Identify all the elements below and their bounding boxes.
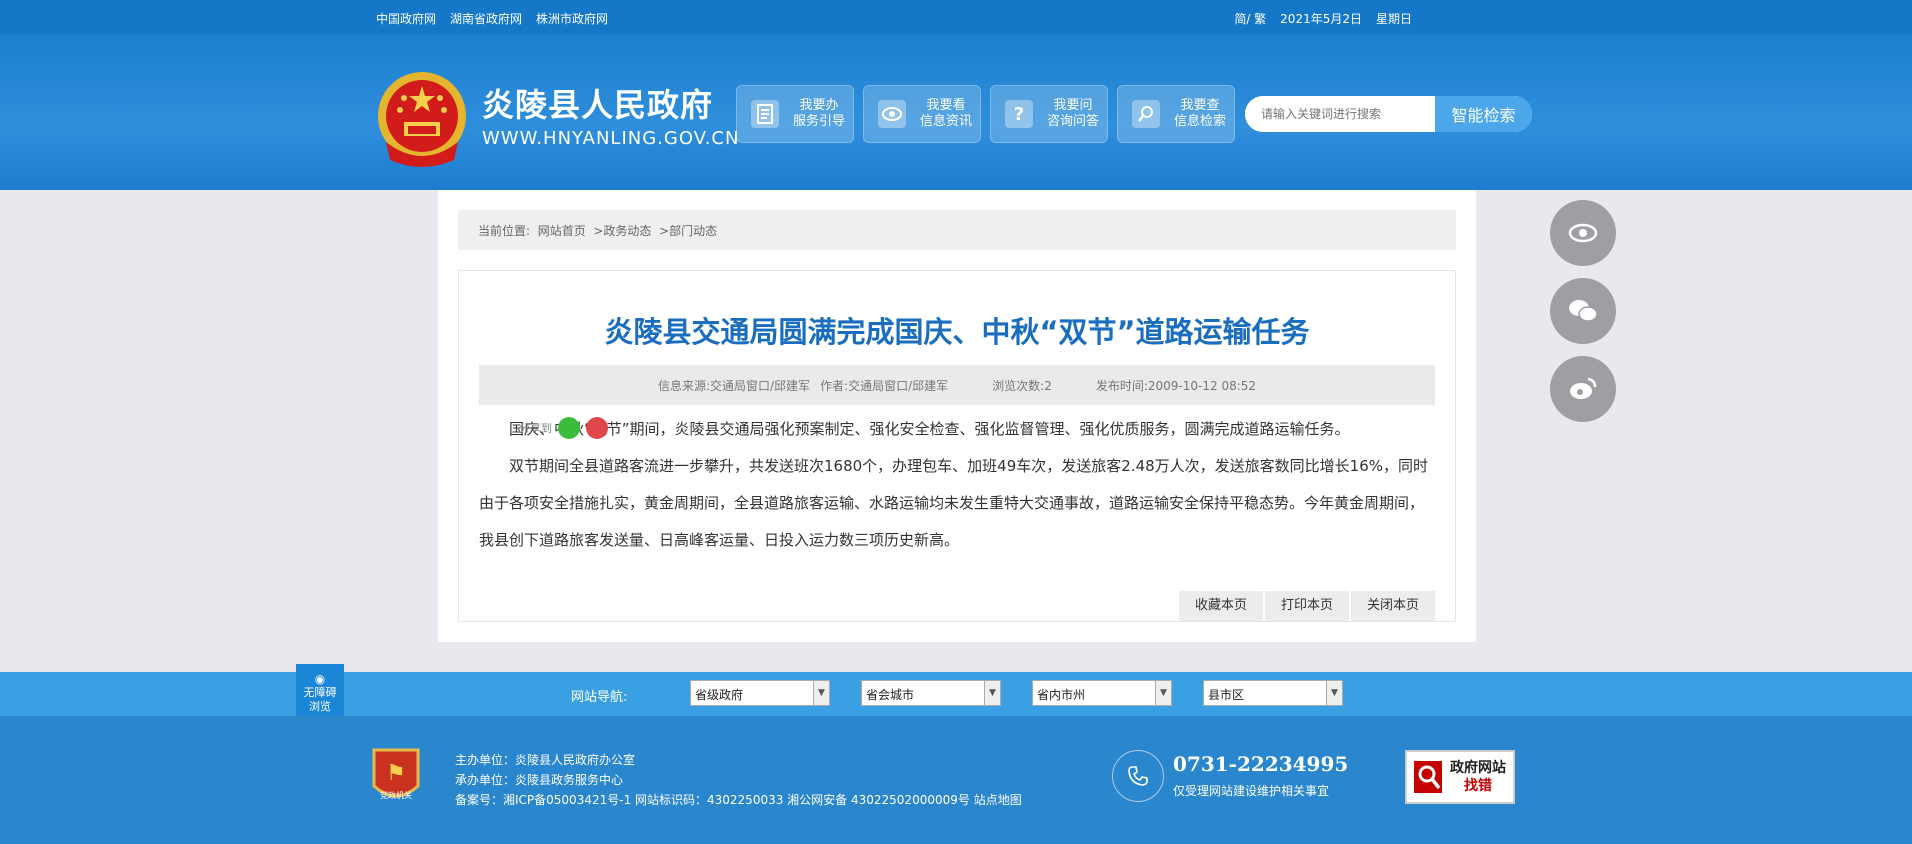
breadcrumb-prefix: 当前位置: bbox=[478, 224, 531, 238]
footer-info: 主办单位：炎陵县人民政府办公室 承办单位：炎陵县政务服务中心 备案号：湘ICP备… bbox=[455, 750, 1022, 810]
footer-organizer: 承办单位：炎陵县政务服务中心 bbox=[455, 773, 624, 787]
qbtn-line1: 我要看 bbox=[926, 98, 966, 113]
current-date: 2021年5月2日 bbox=[1280, 12, 1362, 26]
select-provincial-gov[interactable]: 省级政府 ▼ bbox=[690, 680, 830, 706]
select-value: 省级政府 bbox=[695, 688, 744, 702]
wechat-share-icon[interactable] bbox=[558, 417, 580, 439]
footer-phone-note: 仅受理网站建设维护相关事宜 bbox=[1173, 784, 1330, 798]
breadcrumb: 当前位置: 网站首页 >政务动态 >部门动态 bbox=[458, 210, 1456, 250]
select-value: 省会城市 bbox=[866, 688, 915, 702]
print-button[interactable]: 打印本页 bbox=[1264, 591, 1349, 621]
badge-glyph: ⚑ bbox=[386, 761, 406, 786]
article-actions: 收藏本页 打印本页 关闭本页 bbox=[1178, 591, 1435, 621]
float-eye-button[interactable] bbox=[1550, 200, 1616, 266]
select-prefectures[interactable]: 省内市州 ▼ bbox=[1032, 680, 1172, 706]
question-icon: ? bbox=[1005, 100, 1033, 128]
site-header: 炎陵县人民政府 WWW.HNYANLING.GOV.CN 我要办 服务引导 我要看… bbox=[0, 34, 1912, 190]
article: 炎陵县交通局圆满完成国庆、中秋“双节”道路运输任务 信息来源:交通局窗口/邱建军… bbox=[458, 270, 1456, 622]
article-body: 国庆、中秋“双节”期间，炎陵县交通局强化预案制定、强化安全检查、强化监督管理、强… bbox=[479, 411, 1435, 559]
breadcrumb-gov-news[interactable]: >政务动态 bbox=[593, 224, 651, 238]
top-bar: 中国政府网 湖南省政府网 株洲市政府网 简/ 繁 2021年5月2日 星期日 bbox=[0, 0, 1912, 34]
main-content: 当前位置: 网站首页 >政务动态 >部门动态 炎陵县交通局圆满完成国庆、中秋“双… bbox=[438, 190, 1476, 642]
info-news-button[interactable]: 我要看 信息资讯 bbox=[863, 85, 981, 143]
find-fault-button[interactable]: 政府网站 找错 bbox=[1405, 750, 1515, 804]
find-fault-line2: 找错 bbox=[1464, 778, 1492, 794]
select-value: 省内市州 bbox=[1037, 688, 1086, 702]
search-box: 智能检索 bbox=[1245, 96, 1532, 132]
meta-published: 发布时间:2009-10-12 08:52 bbox=[1095, 378, 1257, 393]
phone-icon bbox=[1112, 750, 1164, 802]
share-label: 分享到 bbox=[519, 422, 552, 435]
article-title: 炎陵县交通局圆满完成国庆、中秋“双节”道路运输任务 bbox=[604, 315, 1310, 349]
site-nav-bar: 网站导航: 省级政府 ▼ 省会城市 ▼ 省内市州 ▼ 县市区 ▼ bbox=[0, 672, 1912, 716]
footer-sponsor: 主办单位：炎陵县人民政府办公室 bbox=[455, 753, 636, 767]
weibo-share-icon[interactable] bbox=[586, 417, 608, 439]
language-switch[interactable]: 简/ 繁 bbox=[1234, 10, 1266, 27]
info-search-button[interactable]: 我要查 信息检索 bbox=[1117, 85, 1235, 143]
qbtn-line2: 服务引导 bbox=[793, 114, 846, 129]
service-guide-button[interactable]: 我要办 服务引导 bbox=[736, 85, 854, 143]
smart-search-button[interactable]: 智能检索 bbox=[1435, 96, 1532, 132]
national-emblem-logo[interactable] bbox=[374, 70, 470, 170]
site-nav-label: 网站导航: bbox=[571, 690, 628, 705]
article-paragraph: 双节期间全县道路客流进一步攀升，共发送班次1680个，办理包车、加班49车次，发… bbox=[479, 457, 1429, 549]
top-right: 简/ 繁 2021年5月2日 星期日 bbox=[1234, 10, 1412, 27]
qbtn-line2: 信息资讯 bbox=[920, 114, 973, 129]
find-fault-icon bbox=[1410, 754, 1446, 800]
site-footer: ⚑ 党政机关 主办单位：炎陵县人民政府办公室 承办单位：炎陵县政务服务中心 备案… bbox=[0, 716, 1912, 844]
qbtn-line1: 我要问 bbox=[1053, 98, 1093, 113]
search-icon bbox=[1132, 100, 1160, 128]
meta-author: 作者:交通局窗口/邱建军 bbox=[820, 378, 949, 393]
party-gov-badge[interactable]: ⚑ 党政机关 bbox=[370, 746, 422, 806]
breadcrumb-home[interactable]: 网站首页 bbox=[538, 224, 586, 238]
float-weibo-button[interactable] bbox=[1550, 356, 1616, 422]
eye-icon bbox=[878, 100, 906, 128]
chevron-down-icon: ▼ bbox=[1326, 681, 1342, 705]
select-capital-cities[interactable]: 省会城市 ▼ bbox=[861, 680, 1001, 706]
eye-icon bbox=[1568, 223, 1598, 243]
find-fault-line1: 政府网站 bbox=[1450, 760, 1506, 776]
qbtn-line1: 我要查 bbox=[1180, 98, 1220, 113]
accessibility-eye-icon: ◉ bbox=[314, 672, 326, 686]
consult-qa-button[interactable]: ? 我要问 咨询问答 bbox=[990, 85, 1108, 143]
meta-source: 信息来源:交通局窗口/邱建军 bbox=[657, 378, 811, 393]
select-value: 县市区 bbox=[1208, 688, 1245, 702]
chevron-down-icon: ▼ bbox=[984, 681, 1000, 705]
badge-text: 党政机关 bbox=[380, 790, 412, 800]
search-input[interactable] bbox=[1245, 96, 1435, 132]
link-hunan-gov[interactable]: 湖南省政府网 bbox=[450, 10, 522, 27]
site-name: 炎陵县人民政府 bbox=[482, 86, 714, 124]
article-paragraph: 国庆、中秋“双节”期间，炎陵县交通局强化预案制定、强化安全检查、强化监督管理、强… bbox=[509, 420, 1350, 438]
wechat-icon bbox=[1569, 300, 1598, 322]
weibo-icon bbox=[1570, 377, 1597, 399]
float-wechat-button[interactable] bbox=[1550, 278, 1616, 344]
document-icon bbox=[751, 100, 779, 128]
gov-links: 中国政府网 湖南省政府网 株洲市政府网 bbox=[376, 10, 608, 27]
meta-views: 浏览次数:2 bbox=[992, 378, 1052, 393]
footer-record[interactable]: 备案号：湘ICP备05003421号-1 网站标识码：4302250033 湘公… bbox=[455, 790, 1022, 810]
close-page-button[interactable]: 关闭本页 bbox=[1350, 591, 1435, 621]
footer-phone: 0731-22234995 bbox=[1173, 752, 1349, 776]
link-china-gov[interactable]: 中国政府网 bbox=[376, 10, 436, 27]
qbtn-line1: 我要办 bbox=[799, 98, 839, 113]
article-meta: 信息来源:交通局窗口/邱建军 作者:交通局窗口/邱建军 浏览次数:2 发布时间:… bbox=[479, 365, 1435, 405]
select-counties[interactable]: 县市区 ▼ bbox=[1203, 680, 1343, 706]
bookmark-button[interactable]: 收藏本页 bbox=[1178, 591, 1263, 621]
link-zhuzhou-gov[interactable]: 株洲市政府网 bbox=[536, 10, 608, 27]
chevron-down-icon: ▼ bbox=[813, 681, 829, 705]
share-bar: 分享到 bbox=[519, 417, 608, 439]
accessibility-line1: 无障碍 bbox=[303, 686, 337, 699]
site-url: WWW.HNYANLING.GOV.CN bbox=[482, 128, 740, 149]
qbtn-line2: 咨询问答 bbox=[1047, 114, 1100, 129]
breadcrumb-dept-news[interactable]: >部门动态 bbox=[659, 224, 717, 238]
weekday: 星期日 bbox=[1375, 12, 1412, 26]
chevron-down-icon: ▼ bbox=[1155, 681, 1171, 705]
qbtn-line2: 信息检索 bbox=[1174, 114, 1227, 129]
accessibility-line2: 浏览 bbox=[309, 700, 331, 713]
